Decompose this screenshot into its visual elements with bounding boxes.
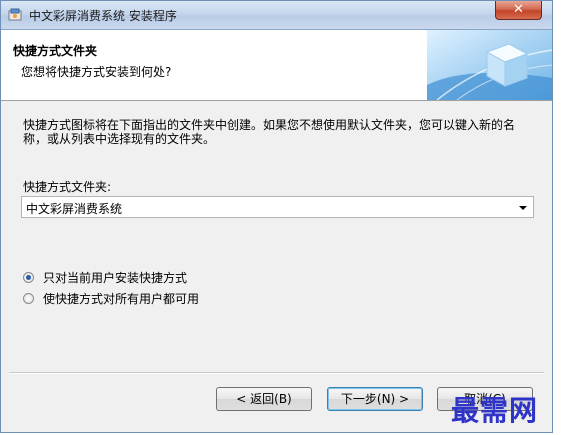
folder-value: 中文彩屏消费系统 xyxy=(26,202,123,216)
wizard-content: 快捷方式图标将在下面指出的文件夹中创建。如果您不想使用默认文件夹，您可以键入新的… xyxy=(1,101,552,367)
divider xyxy=(9,372,544,374)
next-button[interactable]: 下一步(N) > xyxy=(327,387,423,411)
installer-app-icon xyxy=(8,8,22,21)
radio-button[interactable] xyxy=(23,293,34,304)
installer-banner-image xyxy=(427,30,552,100)
window-title: 中文彩屏消费系统 安装程序 xyxy=(29,9,177,23)
radio-label: 只对当前用户安装快捷方式 xyxy=(43,271,188,285)
wizard-header: 快捷方式文件夹 您想将快捷方式安装到何处? xyxy=(1,30,552,101)
page-title: 快捷方式文件夹 xyxy=(13,44,98,58)
back-button[interactable]: < 返回(B) xyxy=(216,387,312,411)
close-button[interactable]: ✕ xyxy=(495,1,542,20)
installer-window: 中文彩屏消费系统 安装程序 ✕ 快捷方式文件夹 您想将快捷方式安装到何处? 快捷… xyxy=(0,0,553,433)
radio-all-users[interactable]: 使快捷方式对所有用户都可用 xyxy=(23,290,199,307)
close-icon: ✕ xyxy=(513,2,524,17)
radio-current-user[interactable]: 只对当前用户安装快捷方式 xyxy=(23,269,187,286)
title-bar: 中文彩屏消费系统 安装程序 ✕ xyxy=(1,1,552,30)
radio-button-selected[interactable] xyxy=(23,272,34,283)
radio-label: 使快捷方式对所有用户都可用 xyxy=(43,292,200,306)
description-text: 快捷方式图标将在下面指出的文件夹中创建。如果您不想使用默认文件夹，您可以键入新的… xyxy=(23,118,516,146)
chevron-down-icon[interactable] xyxy=(519,206,527,210)
folder-combobox[interactable]: 中文彩屏消费系统 xyxy=(21,196,534,218)
watermark-logo: 最需网 xyxy=(451,394,539,427)
folder-label: 快捷方式文件夹: xyxy=(23,180,112,194)
page-subtitle: 您想将快捷方式安装到何处? xyxy=(21,65,172,79)
